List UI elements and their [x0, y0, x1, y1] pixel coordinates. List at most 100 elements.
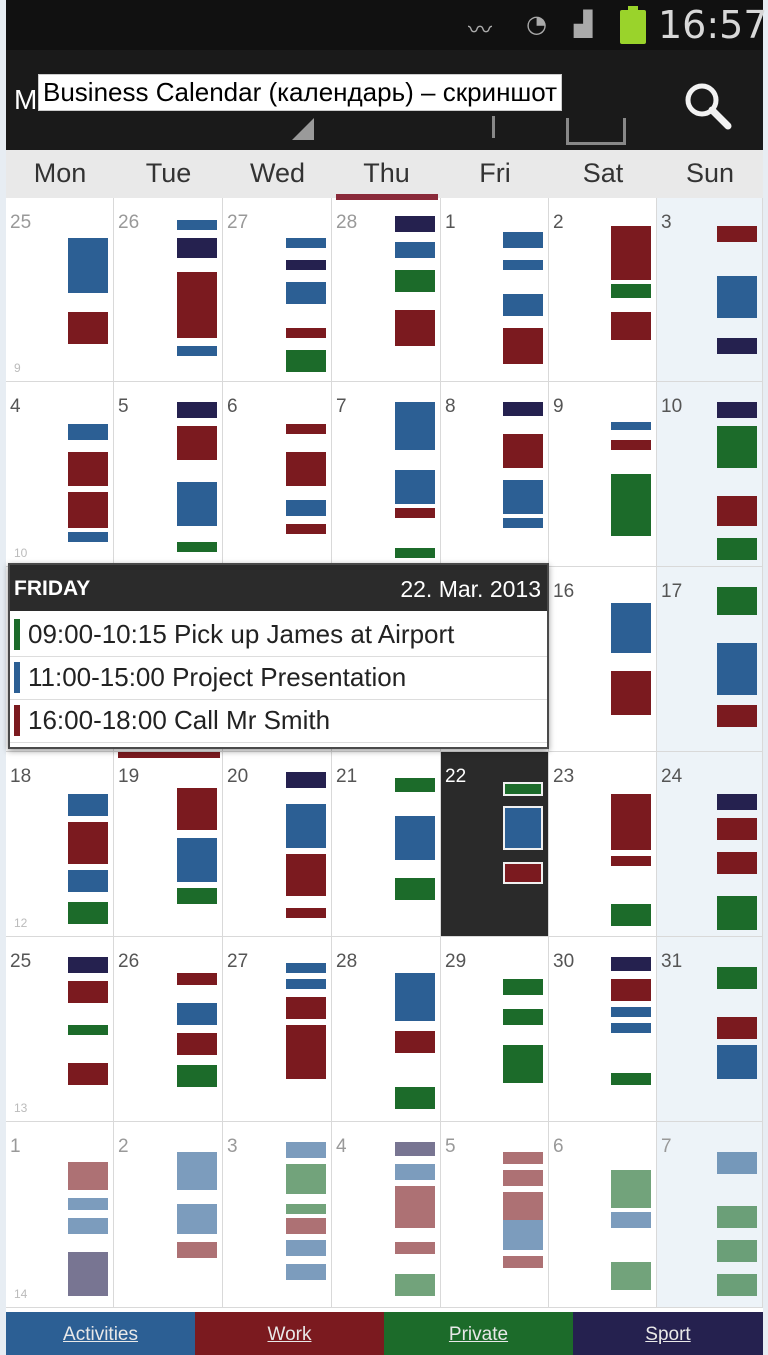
- event-bar[interactable]: [286, 1142, 326, 1158]
- event-bar[interactable]: [717, 705, 757, 727]
- event-bar[interactable]: [611, 1170, 651, 1208]
- event-bar[interactable]: [717, 402, 757, 418]
- event-bar[interactable]: [717, 794, 757, 810]
- day-cell[interactable]: 2: [114, 1122, 223, 1308]
- event-bar[interactable]: [717, 1206, 757, 1228]
- event-bar[interactable]: [177, 402, 217, 418]
- event-bar[interactable]: [611, 979, 651, 1001]
- day-cell[interactable]: 28: [332, 937, 441, 1122]
- event-bar[interactable]: [177, 272, 217, 338]
- event-bar[interactable]: [503, 1170, 543, 1186]
- event-bar[interactable]: [611, 856, 651, 866]
- legend-work[interactable]: Work: [195, 1312, 384, 1355]
- day-cell[interactable]: 5: [441, 1122, 549, 1308]
- event-bar[interactable]: [395, 1087, 435, 1109]
- event-bar[interactable]: [177, 838, 217, 882]
- event-bar[interactable]: [503, 979, 543, 995]
- event-bar[interactable]: [177, 1204, 217, 1234]
- event-bar[interactable]: [717, 643, 757, 695]
- event-bar[interactable]: [717, 1274, 757, 1296]
- event-bar[interactable]: [395, 242, 435, 258]
- dropdown-triangle-icon[interactable]: [292, 118, 314, 140]
- event-bar[interactable]: [717, 426, 757, 468]
- view-selector-label[interactable]: M: [14, 84, 37, 116]
- event-bar[interactable]: [177, 1152, 217, 1190]
- event-bar[interactable]: [717, 1045, 757, 1079]
- event-bar[interactable]: [717, 538, 757, 560]
- event-bar[interactable]: [503, 328, 543, 364]
- event-bar[interactable]: [611, 474, 651, 536]
- event-bar[interactable]: [177, 426, 217, 460]
- event-bar[interactable]: [286, 238, 326, 248]
- event-bar[interactable]: [177, 238, 217, 258]
- day-cell[interactable]: 26: [114, 937, 223, 1122]
- today-button[interactable]: [566, 118, 626, 145]
- event-bar[interactable]: [395, 1186, 435, 1228]
- event-bar[interactable]: [395, 878, 435, 900]
- event-bar[interactable]: [611, 1023, 651, 1033]
- day-cell[interactable]: 4 10: [6, 382, 114, 567]
- event-bar[interactable]: [395, 816, 435, 860]
- event-bar[interactable]: [177, 346, 217, 356]
- day-cell[interactable]: 24: [657, 752, 763, 937]
- event-bar[interactable]: [177, 1003, 217, 1025]
- multi-day-event-bar[interactable]: [118, 752, 220, 758]
- day-popup[interactable]: FRIDAY 22. Mar. 2013 09:00-10:15 Pick up…: [8, 563, 549, 749]
- day-cell[interactable]: 20: [223, 752, 332, 937]
- event-bar[interactable]: [717, 1240, 757, 1262]
- event-bar[interactable]: [68, 1025, 108, 1035]
- day-cell[interactable]: 28: [332, 198, 441, 382]
- day-cell[interactable]: 7: [332, 382, 441, 567]
- day-cell[interactable]: 21: [332, 752, 441, 937]
- event-bar[interactable]: [395, 270, 435, 292]
- event-bar[interactable]: [286, 1240, 326, 1256]
- event-bar[interactable]: [286, 908, 326, 918]
- day-cell[interactable]: 27: [223, 937, 332, 1122]
- event-bar[interactable]: [717, 967, 757, 989]
- event-bar[interactable]: [395, 1242, 435, 1254]
- event-bar[interactable]: [611, 422, 651, 430]
- day-cell[interactable]: 1: [441, 198, 549, 382]
- event-bar[interactable]: [68, 1198, 108, 1210]
- event-bar[interactable]: [68, 238, 108, 293]
- event-bar[interactable]: [68, 1252, 108, 1296]
- day-cell[interactable]: 16: [549, 567, 657, 752]
- day-cell[interactable]: 5: [114, 382, 223, 567]
- event-bar[interactable]: [503, 1256, 543, 1268]
- day-cell[interactable]: 3: [223, 1122, 332, 1308]
- event-bar[interactable]: [395, 470, 435, 504]
- event-bar[interactable]: [68, 312, 108, 344]
- day-cell[interactable]: 6: [549, 1122, 657, 1308]
- event-bar[interactable]: [286, 979, 326, 989]
- event-bar[interactable]: [286, 424, 326, 434]
- event-bar[interactable]: [286, 328, 326, 338]
- day-cell[interactable]: 25 9: [6, 198, 114, 382]
- event-bar[interactable]: [611, 440, 651, 450]
- event-bar[interactable]: [177, 888, 217, 904]
- event-bar[interactable]: [286, 1025, 326, 1079]
- day-cell[interactable]: 27: [223, 198, 332, 382]
- event-bar[interactable]: [503, 260, 543, 270]
- event-bar[interactable]: [611, 904, 651, 926]
- event-bar[interactable]: [177, 973, 217, 985]
- legend-private[interactable]: Private: [384, 1312, 573, 1355]
- event-bar[interactable]: [286, 1204, 326, 1214]
- event-bar[interactable]: [611, 226, 651, 280]
- event-bar[interactable]: [68, 870, 108, 892]
- day-cell[interactable]: 26: [114, 198, 223, 382]
- day-cell[interactable]: 7: [657, 1122, 763, 1308]
- day-cell[interactable]: 3: [657, 198, 763, 382]
- event-bar[interactable]: [177, 220, 217, 230]
- event-bar[interactable]: [395, 973, 435, 1021]
- event-bar[interactable]: [717, 1017, 757, 1039]
- event-bar[interactable]: [68, 1218, 108, 1234]
- event-bar[interactable]: [395, 402, 435, 450]
- event-bar[interactable]: [503, 862, 543, 884]
- event-bar[interactable]: [395, 548, 435, 558]
- event-bar[interactable]: [68, 492, 108, 528]
- day-cell[interactable]: 9: [549, 382, 657, 567]
- event-bar[interactable]: [395, 1274, 435, 1296]
- legend-sport[interactable]: Sport: [573, 1312, 763, 1355]
- event-bar[interactable]: [68, 981, 108, 1003]
- event-bar[interactable]: [395, 310, 435, 346]
